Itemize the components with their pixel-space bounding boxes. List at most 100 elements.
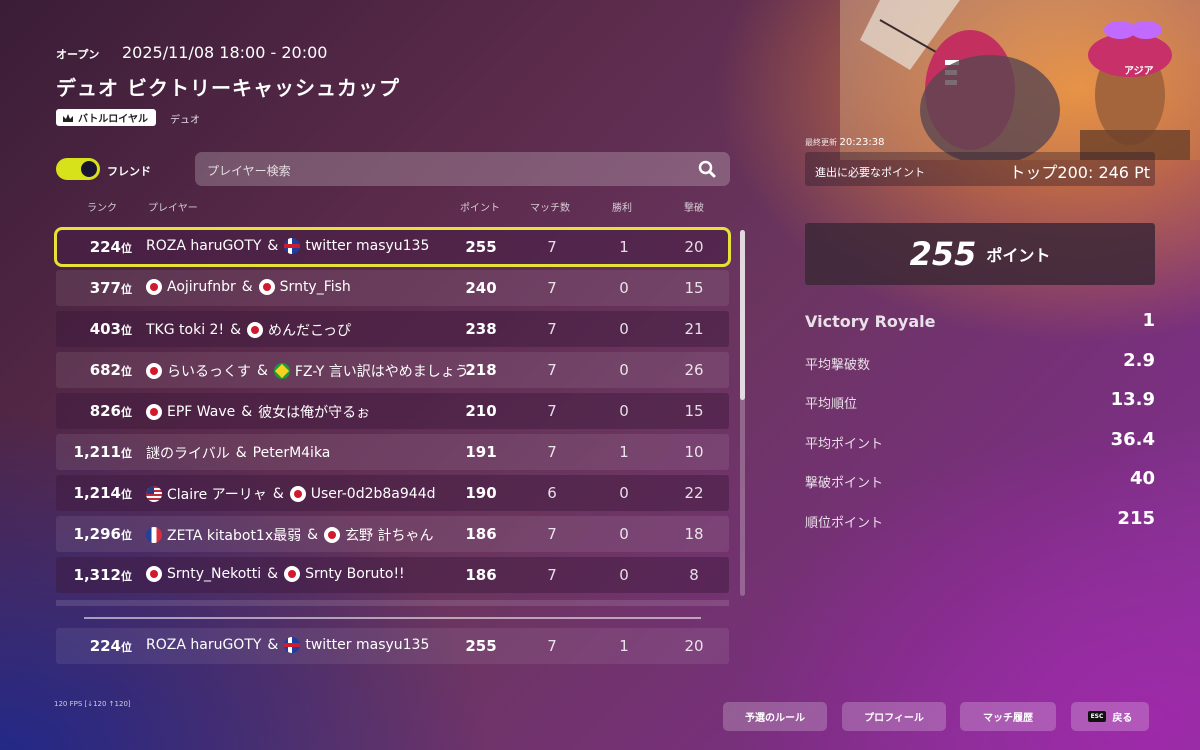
ampersand: & [235,445,247,461]
ampersand: & [307,527,319,543]
rank-number: 1,214 [73,484,121,502]
flag-icon-p2 [284,238,301,254]
elims-cell: 15 [684,279,704,297]
player-cell: Srnty_Nekotti & Srnty Boruto!! [146,566,405,582]
table-row[interactable]: 826位 EPF Wave & 彼女は俺が守るぉ 210 7 0 15 [56,393,729,429]
last-updated-label: 最終更新 [805,138,837,147]
pinned-own-row[interactable]: 224位 ROZA haruGOTY & twitter masyu135 25… [56,628,729,664]
back-button[interactable]: ESC 戻る [1071,702,1149,731]
pinned-divider [84,617,701,619]
flag-icon-p2 [246,322,263,338]
rank-number: 377 [89,279,121,297]
elims-cell: 15 [684,402,704,420]
friends-toggle[interactable] [56,158,100,180]
ampersand: & [230,322,241,338]
rank-cell: 403位 [90,320,132,338]
player-cell: EPF Wave & 彼女は俺が守るぉ [146,402,370,422]
ampersand: & [257,363,268,379]
points-cell: 210 [465,402,497,420]
player-cell: 謎のライバル & PeterM4ika [146,443,330,463]
player-cell: Aojirufnbr & Srnty_Fish [146,279,351,295]
mode-subtitle: デュオ [170,115,200,126]
rank-number: 826 [89,402,121,420]
profile-button-label: プロフィール [864,713,924,724]
rank-suffix: 位 [121,242,132,255]
player-2-name: 玄野 計ちゃん [345,528,434,544]
table-row[interactable]: 224位 ROZA haruGOTY & twitter masyu135 25… [54,227,731,267]
points-cell: 238 [465,320,497,338]
qualify-threshold-value: トップ200: 246 Pt [1009,163,1150,182]
wins-cell: 0 [619,279,629,297]
scrollbar-thumb[interactable] [740,230,745,400]
crown-icon [63,113,73,122]
profile-button[interactable]: プロフィール [842,702,946,731]
points-cell: 191 [465,443,497,461]
table-row[interactable]: 682位 らいるっくす & FZ-Y 言い訳はやめましょう 218 7 0 26 [56,352,729,388]
player-cell: TKG toki 2! & めんだこっぴ [146,320,351,340]
rank-cell: 1,211位 [74,443,132,461]
rank-suffix: 位 [121,641,132,654]
matches-cell: 7 [547,443,557,461]
wins-cell: 0 [619,402,629,420]
flag-icon-p1 [146,566,162,582]
rank-cell: 1,214位 [74,484,132,502]
match-history-button[interactable]: マッチ履歴 [960,702,1056,731]
elims-cell: 18 [684,525,704,543]
rank-number: 1,296 [73,525,121,543]
elims-cell: 20 [684,238,704,256]
stat-value: 215 [1117,507,1155,529]
ampersand: & [267,637,279,653]
last-updated: 最終更新 20:23:38 [805,137,884,148]
rules-button[interactable]: 予選のルール [723,702,827,731]
player-2-name: twitter masyu135 [305,238,430,254]
stat-label: 順位ポイント [805,515,884,531]
rank-suffix: 位 [121,529,132,542]
stat-label: Victory Royale [805,312,936,331]
elims-cell: 20 [684,637,704,655]
wins-cell: 1 [619,637,629,655]
table-row[interactable]: 403位 TKG toki 2! & めんだこっぴ 238 7 0 21 [56,311,729,347]
elims-cell: 21 [684,320,704,338]
flag-icon-p1 [146,486,162,502]
player-1-name: らいるっくす [167,364,251,380]
matches-cell: 7 [547,566,557,584]
points-cell: 218 [465,361,497,379]
wins-cell: 0 [619,525,629,543]
qualify-threshold-label: 進出に必要なポイント [815,166,925,179]
ampersand: & [241,404,253,420]
stat-value: 13.9 [1110,389,1155,410]
rank-cell: 682位 [90,361,132,379]
wins-cell: 0 [619,484,629,502]
leaderboard-scrollbar[interactable] [740,230,745,596]
player-cell: ROZA haruGOTY & twitter masyu135 [146,238,429,254]
rank-cell: 1,296位 [74,525,132,543]
table-row[interactable]: 1,211位 謎のライバル & PeterM4ika 191 7 1 10 [56,434,729,470]
stat-label: 撃破ポイント [805,476,884,491]
session-datetime: 2025/11/08 18:00 - 20:00 [122,43,328,62]
player-1-name: ROZA haruGOTY [146,637,262,653]
column-header-wins: 勝利 [612,203,632,214]
matches-cell: 7 [547,637,557,655]
table-row[interactable]: 1,312位 Srnty_Nekotti & Srnty Boruto!! 18… [56,557,729,593]
esc-key-icon: ESC [1087,711,1107,722]
stat-value: 40 [1129,468,1155,489]
matches-cell: 7 [547,279,557,297]
rank-suffix: 位 [121,283,132,296]
rank-number: 682 [89,361,121,379]
ampersand: & [272,486,284,502]
ampersand: & [241,279,253,295]
rank-suffix: 位 [121,488,132,501]
rank-suffix: 位 [121,570,132,583]
flag-icon-p1 [146,279,162,295]
toggle-knob [81,161,97,177]
rank-number: 403 [89,320,121,338]
wins-cell: 0 [619,320,629,338]
mode-badge-label: バトルロイヤル [78,114,148,125]
table-row[interactable]: 1,296位 ZETA kitabot1x最弱 & 玄野 計ちゃん 186 7 … [56,516,729,552]
search-icon[interactable] [697,159,717,179]
fps-counter: 120 FPS [↓120 ↑120] [54,700,131,708]
wins-cell: 0 [619,566,629,584]
column-header-points: ポイント [460,203,500,214]
table-row[interactable]: 1,214位 Claire アーリャ & User-0d2b8a944d 190… [56,475,729,511]
table-row[interactable]: 377位 Aojirufnbr & Srnty_Fish 240 7 0 15 [56,270,729,306]
